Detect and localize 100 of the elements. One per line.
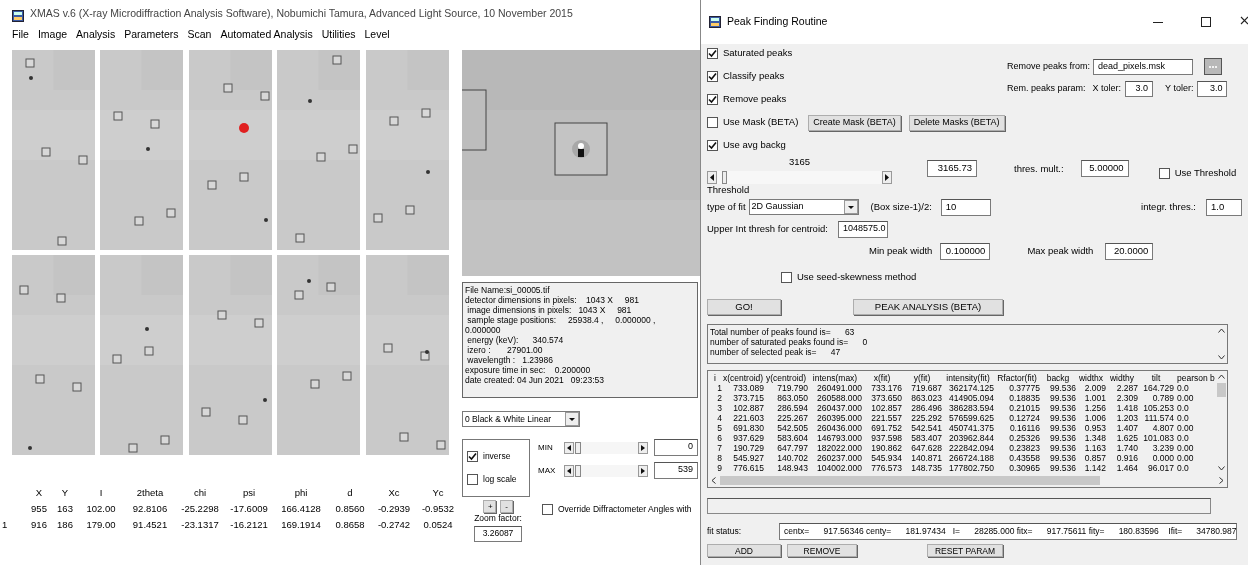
- checkbox[interactable]: [707, 117, 718, 128]
- checkbox[interactable]: [707, 94, 718, 105]
- menu-item[interactable]: Utilities: [321, 27, 356, 43]
- table-cell-text: 99.536: [1049, 463, 1076, 473]
- input-field[interactable]: 539: [654, 462, 698, 479]
- checkbox[interactable]: [467, 451, 478, 463]
- input-field[interactable]: 3.0: [1197, 81, 1228, 97]
- checkbox[interactable]: [707, 71, 718, 82]
- menu-item[interactable]: Image: [37, 27, 68, 43]
- table-cell-text: 9: [716, 463, 722, 473]
- menu-item[interactable]: Automated Analysis: [220, 27, 313, 43]
- input-field[interactable]: 1048575.0: [837, 220, 888, 238]
- input-field[interactable]: 3165.73: [927, 160, 977, 177]
- column-header: x(centroid): [722, 373, 764, 383]
- table-cell-text: 647.797: [776, 443, 808, 453]
- checkbox[interactable]: [781, 271, 792, 283]
- column-header: i: [713, 373, 717, 383]
- checkbox-label[interactable]: Use Threshold: [1174, 166, 1237, 181]
- table-cell-text: 225.292: [910, 413, 942, 423]
- checkbox[interactable]: [707, 140, 718, 151]
- menu-item[interactable]: Scan: [187, 27, 212, 43]
- input-field[interactable]: 3.26087: [474, 526, 522, 542]
- info-line: date created: 04 Jun 2021 09:23:53: [465, 375, 605, 385]
- input-field[interactable]: centx= 917.56346 centy= 181.97434 I= 28285.000 fitx= 917.75611 fity= 180.83596 Ifit= 34780.987: [779, 522, 1237, 540]
- button[interactable]: REMOVE: [787, 544, 857, 557]
- checkbox-label[interactable]: inverse: [483, 450, 511, 463]
- table-cell-text: 99.536: [1049, 413, 1076, 423]
- column-header: chi: [192, 485, 208, 500]
- label: MIN: [538, 441, 554, 454]
- button[interactable]: Delete Masks (BETA): [908, 114, 1005, 131]
- input-field[interactable]: 10: [940, 198, 991, 216]
- menu-item[interactable]: Parameters: [124, 27, 179, 43]
- input-field[interactable]: 5.00000: [1080, 160, 1129, 177]
- checkbox-label[interactable]: Use seed-skewness method: [797, 269, 917, 285]
- table-cell-text: 0.00: [1176, 453, 1195, 463]
- checkbox[interactable]: [1158, 167, 1170, 179]
- scroll-down-icon: [1217, 355, 1225, 360]
- table-cell-text: 414905.094: [948, 393, 994, 403]
- table-cell-text: 99.536: [1049, 423, 1076, 433]
- input-field[interactable]: 0.100000: [940, 242, 991, 260]
- table-cell-text: 8: [716, 453, 722, 463]
- table-cell-text: 169.1914: [280, 517, 322, 532]
- menu-item[interactable]: Analysis: [76, 27, 116, 43]
- checkbox-label[interactable]: Classify peaks: [723, 69, 785, 84]
- column-header: y(fit): [912, 373, 932, 383]
- scrollbar-thumb[interactable]: [1216, 383, 1226, 397]
- table-cell-text: 1.256: [1083, 403, 1106, 413]
- checkbox[interactable]: [707, 48, 718, 59]
- table-cell-text: 260237.000: [816, 453, 862, 463]
- checkbox[interactable]: [467, 473, 478, 485]
- checkbox-label[interactable]: Use Mask (BETA): [723, 115, 799, 130]
- scrollbar-thumb[interactable]: [720, 475, 1100, 485]
- menu-item[interactable]: File: [12, 27, 29, 43]
- input-field[interactable]: [707, 498, 1211, 514]
- table-cell-text: 542.541: [910, 423, 942, 433]
- slider-thumb[interactable]: [721, 170, 727, 184]
- column-header: widthx: [1077, 373, 1105, 383]
- info-line: izero : 27901.00: [466, 345, 544, 355]
- input-field[interactable]: dead_pixels.msk: [1093, 58, 1194, 75]
- button[interactable]: RESET PARAM: [927, 544, 1003, 557]
- label: 3165: [789, 156, 811, 168]
- table-cell-text: 2: [716, 393, 722, 403]
- window-title: Peak Finding Routine: [727, 14, 829, 30]
- column-header: d: [346, 485, 354, 500]
- checkbox-label[interactable]: log scale: [483, 473, 517, 486]
- dropdown[interactable]: 2D Gaussian: [748, 199, 859, 215]
- table-cell-text: 937.629: [732, 433, 764, 443]
- table-cell-text: 1.740: [1115, 443, 1138, 453]
- menu-item[interactable]: Level: [364, 27, 390, 43]
- input-field[interactable]: 3.0: [1125, 81, 1154, 97]
- button[interactable]: GO!: [707, 299, 781, 315]
- button[interactable]: PEAK ANALYSIS (BETA): [853, 299, 1003, 315]
- input-field[interactable]: 20.0000: [1105, 242, 1154, 260]
- button[interactable]: ADD: [707, 544, 781, 557]
- slider-thumb[interactable]: [575, 464, 582, 477]
- input-field[interactable]: 0: [654, 439, 698, 456]
- table-cell-text: 0.0: [1176, 433, 1190, 443]
- table-cell-text: 146793.000: [816, 433, 862, 443]
- more-button[interactable]: [1204, 58, 1223, 75]
- table-cell-text: 0.8658: [334, 517, 366, 532]
- scroll-up-icon: [1217, 374, 1225, 379]
- button[interactable]: Create Mask (BETA): [808, 114, 901, 131]
- dropdown[interactable]: 0 Black & White Linear: [462, 411, 580, 427]
- slider-thumb[interactable]: [575, 441, 582, 454]
- checkbox-label[interactable]: Remove peaks: [723, 92, 787, 107]
- table-cell-text: 691.830: [732, 423, 764, 433]
- button[interactable]: +: [483, 500, 496, 513]
- label: fit status:: [707, 524, 742, 538]
- checkbox-label[interactable]: Saturated peaks: [723, 46, 793, 61]
- button[interactable]: -: [500, 500, 513, 513]
- table-cell-text: 148.943: [776, 463, 808, 473]
- scroll-up-icon: [1217, 328, 1225, 333]
- input-field[interactable]: 1.0: [1206, 198, 1242, 216]
- table-cell-text: 937.598: [870, 433, 902, 443]
- checkbox-label[interactable]: Override Diffractometer Angles with: [558, 503, 692, 516]
- table-cell-text: 99.536: [1049, 443, 1076, 453]
- checkbox-label[interactable]: Use avg backg: [723, 138, 786, 153]
- checkbox[interactable]: [542, 503, 553, 515]
- table-cell-text: 221.557: [870, 413, 902, 423]
- label: Threshold: [707, 184, 751, 195]
